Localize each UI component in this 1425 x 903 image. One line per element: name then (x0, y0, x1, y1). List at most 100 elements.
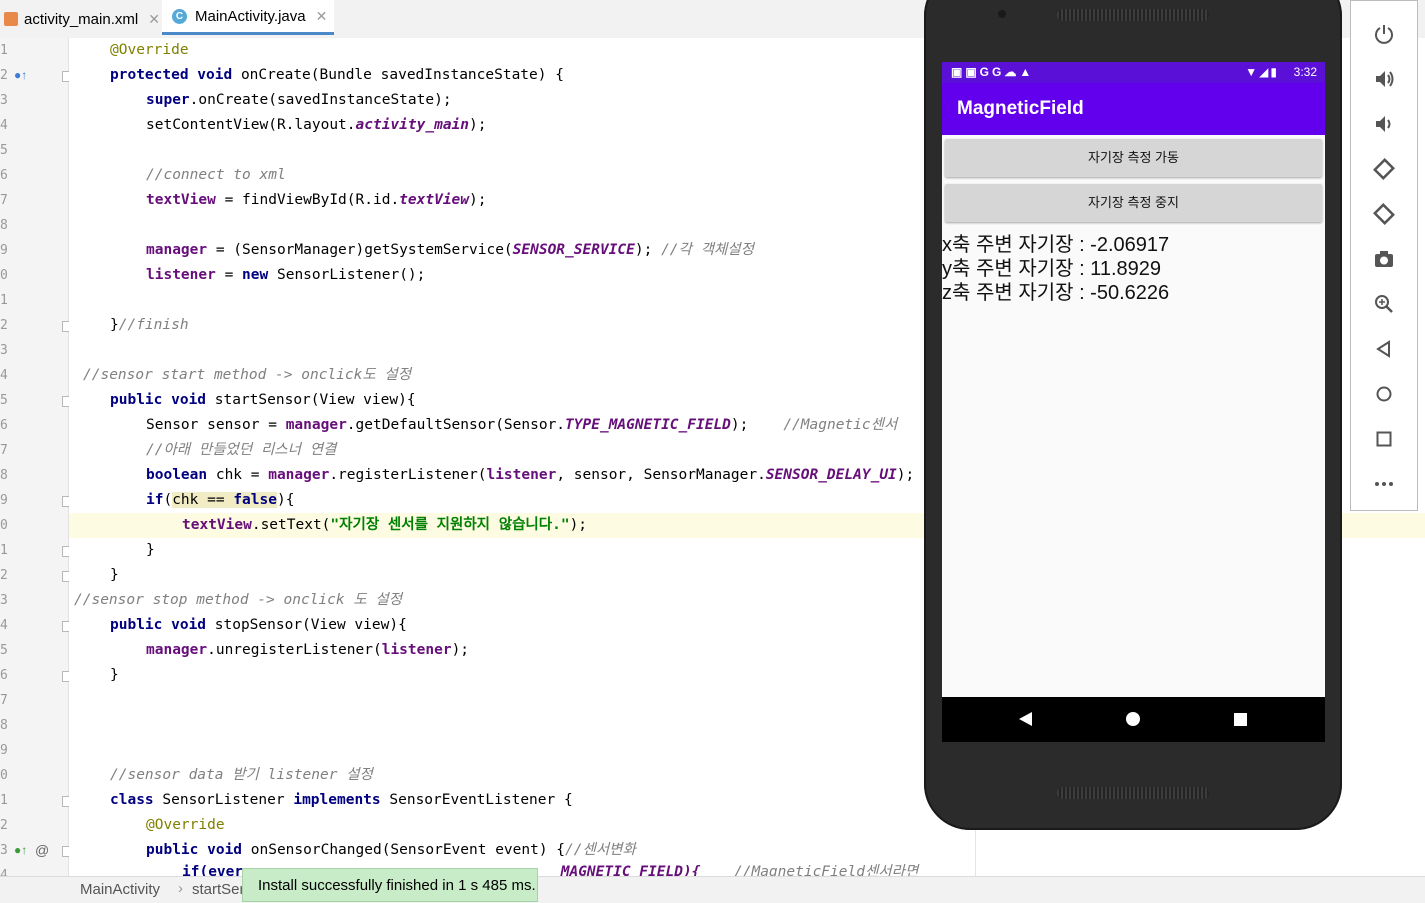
app-title: MagneticField (942, 83, 1325, 135)
breadcrumb-method[interactable]: startSer (192, 881, 245, 898)
code-line: } (146, 542, 155, 558)
rotate-right-icon[interactable] (1351, 191, 1417, 236)
speaker-grille-bottom (1057, 787, 1209, 799)
z-axis-reading: z축 주변 자기장 : -50.6226 (942, 282, 1170, 304)
line-number: 5 (0, 393, 8, 408)
android-nav-bar (942, 697, 1325, 742)
line-number: 1 (0, 793, 8, 808)
line-number: 0 (0, 268, 8, 283)
annotation-at-icon[interactable]: @ (35, 838, 49, 863)
android-status-bar: ▣▣GG☁▲ ▼◢▮ 3:32 (942, 62, 1325, 83)
code-line: Sensor sensor = manager.getDefaultSensor… (146, 417, 898, 433)
line-number: 6 (0, 168, 8, 183)
class-file-icon: C (172, 8, 187, 24)
breadcrumb-separator-icon: › (178, 880, 183, 897)
code-line: }//finish (110, 317, 189, 333)
volume-down-icon[interactable] (1351, 101, 1417, 146)
line-number: 1 (0, 43, 8, 58)
code-line: //아래 만들었던 리스너 연결 (146, 442, 337, 458)
volume-up-icon[interactable] (1351, 56, 1417, 101)
line-number: 3 (0, 93, 8, 108)
code-line: class SensorListener implements SensorEv… (110, 792, 573, 808)
speaker-grille-top (1057, 9, 1209, 21)
tab-label: activity_main.xml (24, 10, 139, 28)
line-number: 4 (0, 618, 8, 633)
nav-overview-icon[interactable] (1234, 713, 1247, 726)
close-icon[interactable]: ✕ (148, 11, 160, 28)
line-number: 3 (0, 843, 8, 858)
breadcrumb-class[interactable]: MainActivity (80, 881, 160, 898)
zoom-icon[interactable] (1351, 281, 1417, 326)
breadcrumb: MainActivity › startSer (0, 876, 1425, 903)
power-icon[interactable] (1351, 11, 1417, 56)
code-line: public void stopSensor(View view){ (110, 617, 407, 633)
line-number: 2 (0, 568, 8, 583)
tab-activity-main-xml[interactable]: activity_main.xml ✕ (0, 0, 160, 38)
overview-icon[interactable] (1351, 416, 1417, 461)
camera-icon[interactable] (1351, 236, 1417, 281)
code-line: boolean chk = manager.registerListener(l… (146, 467, 915, 483)
line-number: 0 (0, 518, 8, 533)
emulator-screen[interactable]: ▣▣GG☁▲ ▼◢▮ 3:32 MagneticField 자기장 측정 가동 … (942, 62, 1325, 742)
code-line: //sensor stop method -> onclick 도 설정 (74, 592, 403, 608)
start-sensor-button[interactable]: 자기장 측정 가동 (945, 139, 1322, 177)
code-line: //sensor data 받기 listener 설정 (110, 767, 373, 783)
line-number: 1 (0, 543, 8, 558)
wifi-signal-battery-icon: ▼◢▮ (1245, 65, 1279, 79)
home-icon[interactable] (1351, 371, 1417, 416)
line-number: 4 (0, 368, 8, 383)
nav-back-icon[interactable] (1019, 712, 1032, 726)
code-line: @Override (110, 42, 189, 58)
rotate-left-icon[interactable] (1351, 146, 1417, 191)
close-icon[interactable]: ✕ (316, 8, 328, 25)
line-number: 8 (0, 218, 8, 233)
code-line: //sensor start method -> onclick도 설정 (83, 367, 412, 383)
line-number: 9 (0, 243, 8, 258)
code-line: listener = new SensorListener(); (146, 267, 426, 283)
line-number: 9 (0, 743, 8, 758)
code-line: //connect to xml (146, 167, 286, 183)
front-camera (998, 10, 1006, 18)
tab-label: MainActivity.java (195, 7, 306, 25)
line-number: 7 (0, 693, 8, 708)
code-line: setContentView(R.layout.activity_main); (146, 117, 487, 133)
notification-icons: ▣▣GG☁▲ (951, 65, 1035, 79)
code-line: super.onCreate(savedInstanceState); (146, 92, 452, 108)
code-line: textView = findViewById(R.id.textView); (146, 192, 487, 208)
code-line: public void startSensor(View view){ (110, 392, 416, 408)
line-number: 2 (0, 818, 8, 833)
code-line: } (110, 567, 119, 583)
install-notification[interactable]: Install successfully finished in 1 s 485… (242, 868, 538, 902)
implements-marker-icon[interactable]: ●↑ (14, 838, 27, 863)
line-number: 6 (0, 668, 8, 683)
code-line: protected void onCreate(Bundle savedInst… (110, 67, 564, 83)
status-time: 3:32 (1293, 65, 1317, 79)
tab-main-activity-java[interactable]: C MainActivity.java ✕ (162, 0, 334, 35)
line-number: 8 (0, 468, 8, 483)
line-number: 3 (0, 343, 8, 358)
line-number: 5 (0, 643, 8, 658)
line-number: 9 (0, 493, 8, 508)
line-number: 7 (0, 443, 8, 458)
code-line: } (110, 667, 119, 683)
xml-file-icon (4, 12, 18, 26)
code-line: manager = (SensorManager)getSystemServic… (146, 242, 754, 258)
code-line: manager.unregisterListener(listener); (146, 642, 470, 658)
back-icon[interactable] (1351, 326, 1417, 371)
emulator-toolbar (1350, 0, 1418, 511)
line-number: 1 (0, 293, 8, 308)
code-line: @Override (146, 817, 225, 833)
override-marker-icon[interactable]: ●↑ (14, 63, 27, 88)
line-number: 4 (0, 118, 8, 133)
line-number: 2 (0, 318, 8, 333)
editor-gutter: 1 2 3 4 5 6 7 8 9 0 1 2 3 4 5 6 7 8 9 0 … (0, 38, 73, 883)
line-number: 0 (0, 768, 8, 783)
line-number: 6 (0, 418, 8, 433)
code-line: if(chk == false){ (146, 492, 295, 508)
more-icon[interactable] (1351, 461, 1417, 506)
stop-sensor-button[interactable]: 자기장 측정 중지 (945, 184, 1322, 222)
nav-home-icon[interactable] (1126, 712, 1140, 726)
line-number: 3 (0, 593, 8, 608)
line-number: 5 (0, 143, 8, 158)
code-line-current: textView.setText("자기장 센서를 지원하지 않습니다."); (182, 517, 588, 533)
